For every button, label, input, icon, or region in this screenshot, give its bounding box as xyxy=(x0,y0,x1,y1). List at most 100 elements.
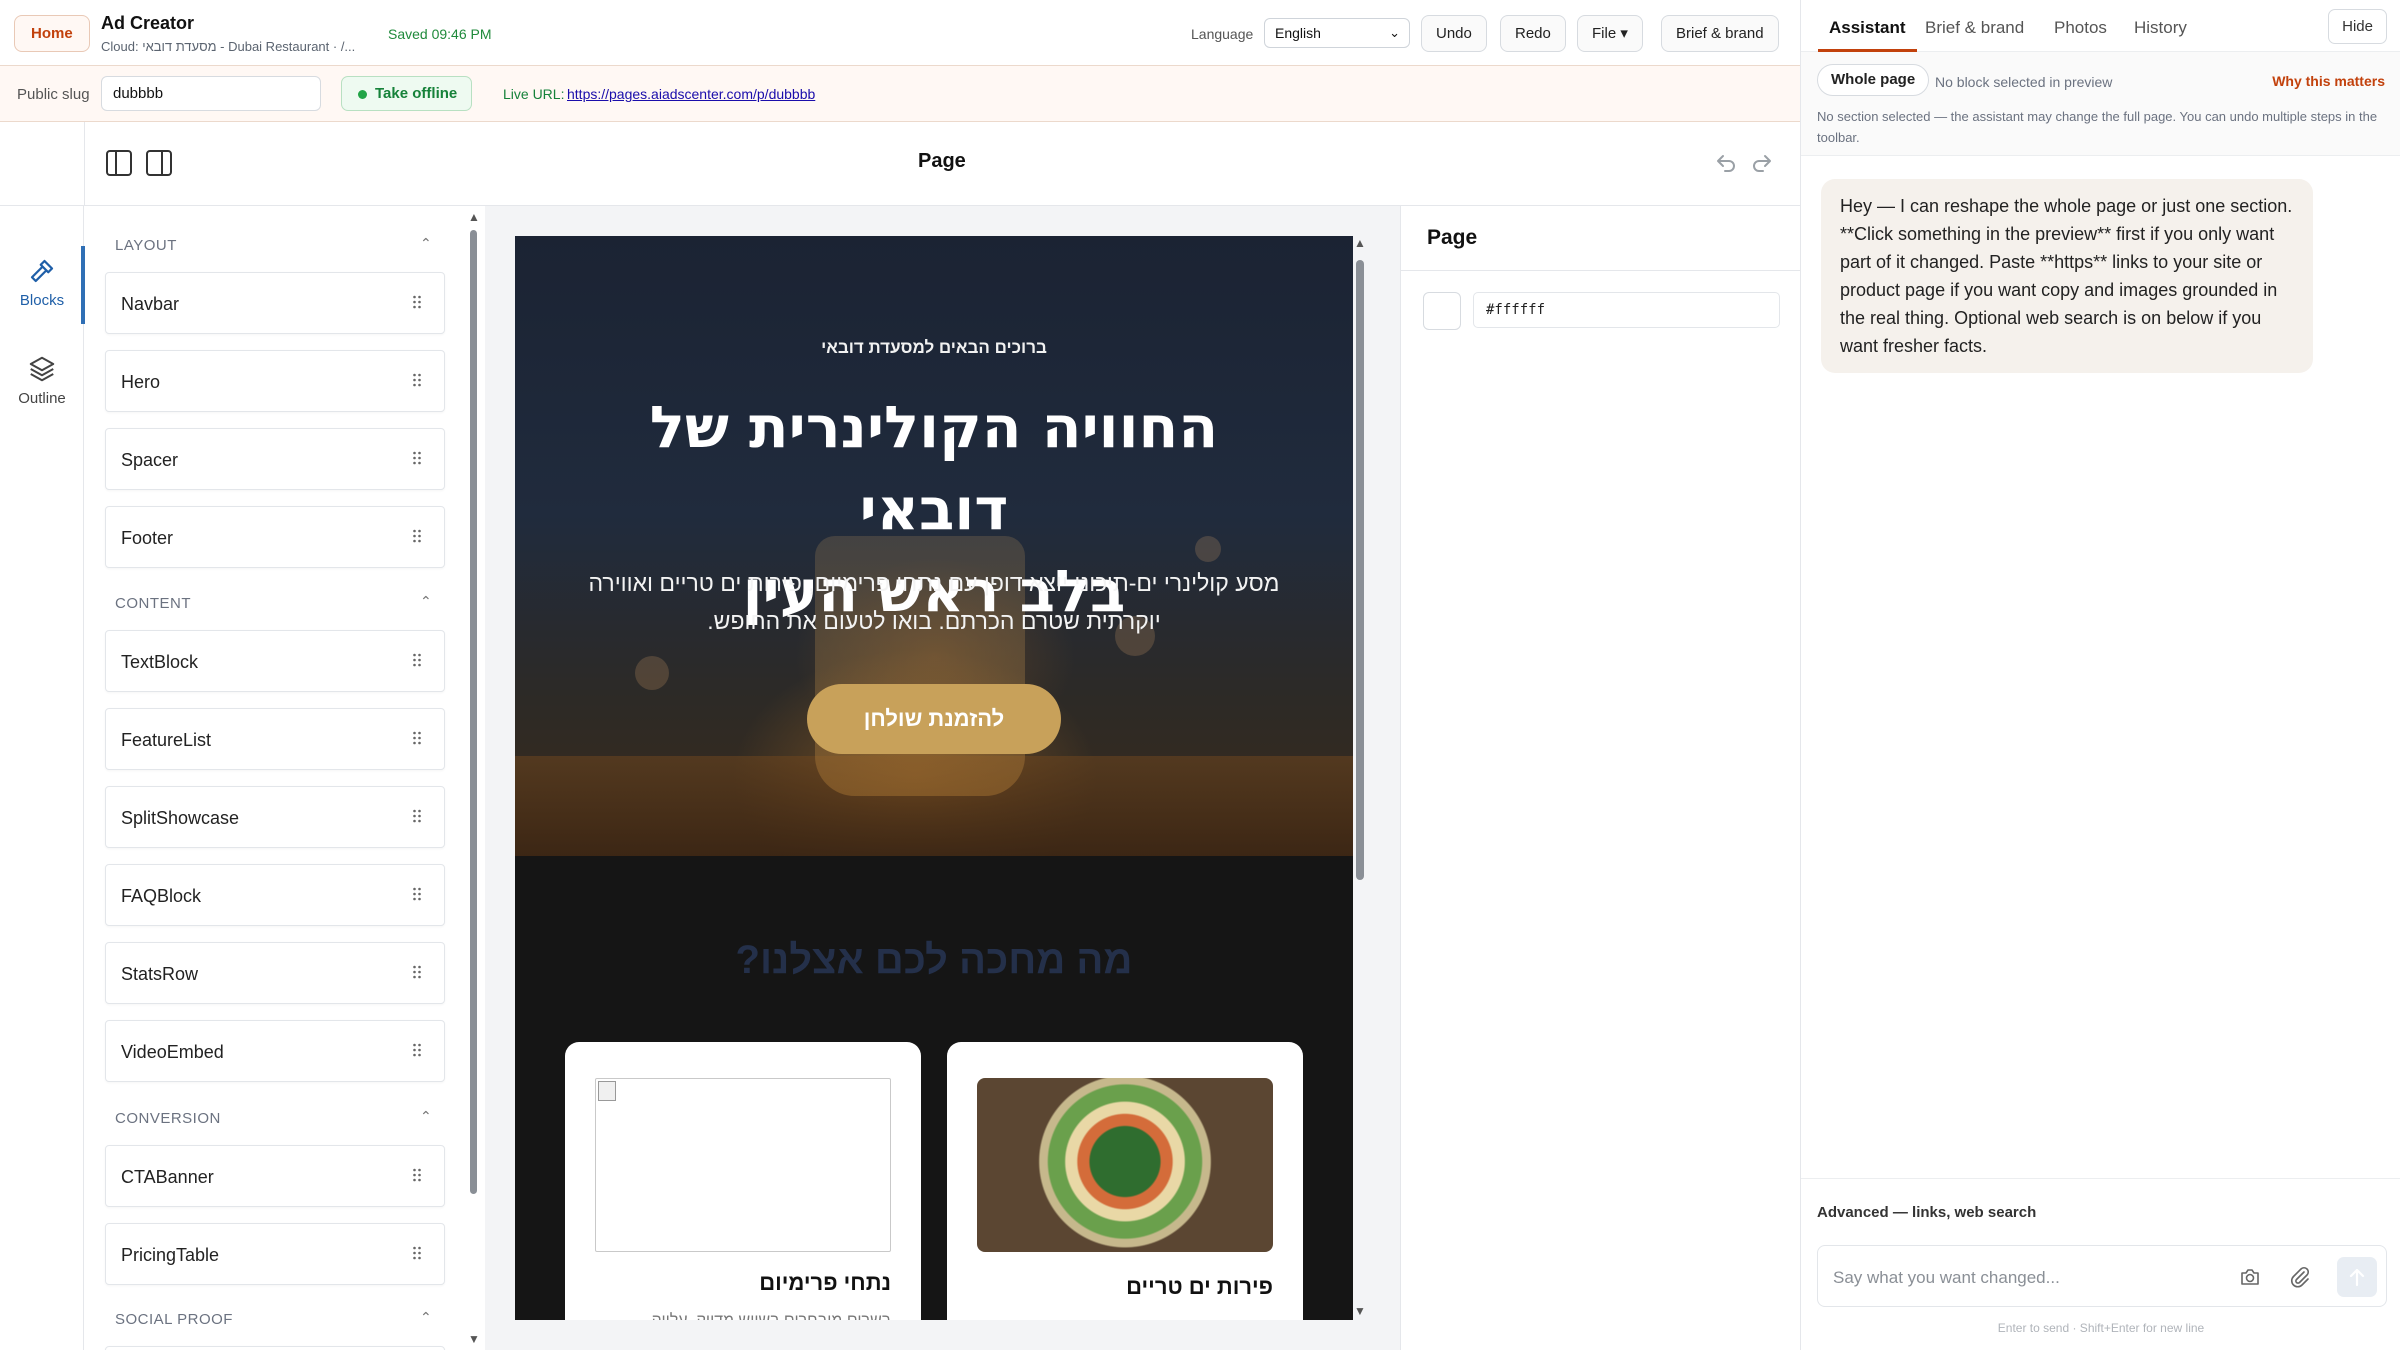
section-header-content[interactable]: CONTENT ⌃ xyxy=(115,593,432,612)
advanced-options-toggle[interactable]: Advanced — links, web search xyxy=(1801,1178,2400,1226)
language-label: Language xyxy=(1191,26,1254,42)
background-color-swatch[interactable] xyxy=(1423,292,1461,330)
tab-history[interactable]: History xyxy=(2134,18,2187,38)
scrollbar-thumb[interactable] xyxy=(1356,260,1364,880)
hero-subtitle: מסע קולינרי ים-תיכוני יוצא דופן עם נתחי … xyxy=(588,570,1280,634)
divider xyxy=(1401,270,1801,271)
scrollbar-thumb[interactable] xyxy=(470,230,477,1194)
block-item-hero[interactable]: Hero xyxy=(105,350,445,412)
undo-arrow-icon[interactable] xyxy=(1714,152,1738,176)
block-item-ctabanner[interactable]: CTABanner xyxy=(105,1145,445,1207)
drag-handle-icon[interactable] xyxy=(412,1042,422,1058)
panel-left-icon[interactable] xyxy=(106,150,132,176)
scope-whole-page-pill[interactable]: Whole page xyxy=(1817,64,1930,96)
service-card-title: נתחי פרימיום xyxy=(759,1270,891,1295)
hero-section[interactable]: ברוכים הבאים למסעדת דובאי החוויה הקולינר… xyxy=(515,236,1353,856)
block-item-featurelist[interactable]: FeatureList xyxy=(105,708,445,770)
tab-assistant[interactable]: Assistant xyxy=(1818,18,1916,52)
paperclip-icon[interactable] xyxy=(2288,1265,2312,1289)
tab-brief-brand[interactable]: Brief & brand xyxy=(1925,18,2024,38)
block-item-partial[interactable] xyxy=(105,1346,445,1350)
camera-icon[interactable] xyxy=(2238,1265,2262,1289)
scroll-up-arrow-icon[interactable]: ▲ xyxy=(1354,236,1366,250)
block-label: StatsRow xyxy=(121,964,199,984)
file-menu-button[interactable]: File ▾ xyxy=(1577,15,1643,52)
page-preview-frame[interactable]: ברוכים הבאים למסעדת דובאי החוויה הקולינר… xyxy=(515,236,1353,1320)
scroll-up-arrow-icon[interactable]: ▲ xyxy=(468,210,480,224)
services-title: מה מחכה לכם אצלנו? xyxy=(735,938,1133,982)
inspector-title: Page xyxy=(1427,226,1478,249)
top-bar: Home Ad Creator Cloud: מסעדת דובאי - Dub… xyxy=(0,0,1800,66)
service-card[interactable]: פירות ים טריים xyxy=(947,1042,1303,1320)
chat-input-placeholder: Say what you want changed... xyxy=(1833,1268,2060,1287)
palette-scrollbar[interactable]: ▲ ▼ xyxy=(467,210,480,1350)
service-card[interactable]: נתחי פרימיום בשרים מובחרים בשיוש מדויק, … xyxy=(565,1042,921,1320)
block-item-footer[interactable]: Footer xyxy=(105,506,445,568)
assistant-panel: Assistant Brief & brand Photos History H… xyxy=(1800,0,2400,1350)
block-item-videoembed[interactable]: VideoEmbed xyxy=(105,1020,445,1082)
language-select[interactable]: English ⌄ xyxy=(1264,18,1410,48)
drag-handle-icon[interactable] xyxy=(412,372,422,388)
take-offline-label: Take offline xyxy=(375,85,458,102)
section-header-layout[interactable]: LAYOUT ⌃ xyxy=(115,235,432,254)
left-rail: Blocks Outline xyxy=(0,206,85,1350)
drag-handle-icon[interactable] xyxy=(412,730,422,746)
block-label: SplitShowcase xyxy=(121,808,240,828)
redo-arrow-icon[interactable] xyxy=(1750,152,1774,176)
block-label: Navbar xyxy=(121,294,180,314)
divider xyxy=(84,122,85,206)
drag-handle-icon[interactable] xyxy=(412,808,422,824)
block-label: Spacer xyxy=(121,450,179,470)
redo-button[interactable]: Redo xyxy=(1500,15,1566,52)
block-item-navbar[interactable]: Navbar xyxy=(105,272,445,334)
scroll-down-arrow-icon[interactable]: ▼ xyxy=(468,1332,480,1346)
hero-cta-button[interactable]: להזמנת שולחן xyxy=(807,684,1061,754)
background-color-input[interactable]: #ffffff xyxy=(1473,292,1780,328)
tab-photos[interactable]: Photos xyxy=(2054,18,2107,38)
drag-handle-icon[interactable] xyxy=(412,294,422,310)
scope-help-text: No section selected — the assistant may … xyxy=(1817,109,2378,145)
rail-blocks-tab[interactable]: Blocks xyxy=(0,246,85,324)
block-label: FeatureList xyxy=(121,730,212,750)
drag-handle-icon[interactable] xyxy=(412,528,422,544)
panel-right-icon[interactable] xyxy=(146,150,172,176)
drag-handle-icon[interactable] xyxy=(412,652,422,668)
rail-outline-tab[interactable]: Outline xyxy=(0,354,84,407)
section-header-social-proof[interactable]: SOCIAL PROOF ⌃ xyxy=(115,1309,432,1328)
take-offline-button[interactable]: Take offline xyxy=(341,76,473,111)
scroll-down-arrow-icon[interactable]: ▼ xyxy=(1354,1304,1366,1318)
block-label: VideoEmbed xyxy=(121,1042,224,1062)
why-this-matters-link[interactable]: Why this matters xyxy=(2272,73,2385,89)
block-item-splitshowcase[interactable]: SplitShowcase xyxy=(105,786,445,848)
send-button[interactable] xyxy=(2337,1257,2377,1297)
block-item-textblock[interactable]: TextBlock xyxy=(105,630,445,692)
send-arrow-icon xyxy=(2349,1268,2365,1287)
undo-button[interactable]: Undo xyxy=(1421,15,1487,52)
hide-panel-button[interactable]: Hide xyxy=(2328,9,2387,44)
slug-input[interactable]: dubbbb xyxy=(101,76,321,111)
brief-brand-button[interactable]: Brief & brand xyxy=(1661,15,1779,52)
layers-icon xyxy=(29,356,55,382)
preview-scrollbar[interactable]: ▲ ▼ xyxy=(1354,236,1366,1320)
block-item-spacer[interactable]: Spacer xyxy=(105,428,445,490)
drag-handle-icon[interactable] xyxy=(412,964,422,980)
salad-photo xyxy=(977,1078,1273,1252)
advanced-options-label: Advanced — links, web search xyxy=(1817,1204,2037,1221)
section-title: LAYOUT xyxy=(115,237,177,254)
chevron-up-icon: ⌃ xyxy=(420,235,433,251)
home-button[interactable]: Home xyxy=(14,15,90,52)
rail-blocks-label: Blocks xyxy=(19,292,65,309)
section-header-conversion[interactable]: CONVERSION ⌃ xyxy=(115,1108,432,1127)
drag-handle-icon[interactable] xyxy=(412,1167,422,1183)
drag-handle-icon[interactable] xyxy=(412,1245,422,1261)
drag-handle-icon[interactable] xyxy=(412,886,422,902)
language-value: English xyxy=(1275,25,1321,41)
block-item-statsrow[interactable]: StatsRow xyxy=(105,942,445,1004)
drag-handle-icon[interactable] xyxy=(412,450,422,466)
hero-bokeh xyxy=(635,656,669,690)
block-item-pricingtable[interactable]: PricingTable xyxy=(105,1223,445,1285)
live-url-link[interactable]: https://pages.aiadscenter.com/p/dubbbb xyxy=(567,86,815,102)
block-item-faqblock[interactable]: FAQBlock xyxy=(105,864,445,926)
chat-composer[interactable]: Say what you want changed... xyxy=(1817,1245,2387,1307)
assistant-tabs: Assistant Brief & brand Photos History H… xyxy=(1801,0,2400,52)
